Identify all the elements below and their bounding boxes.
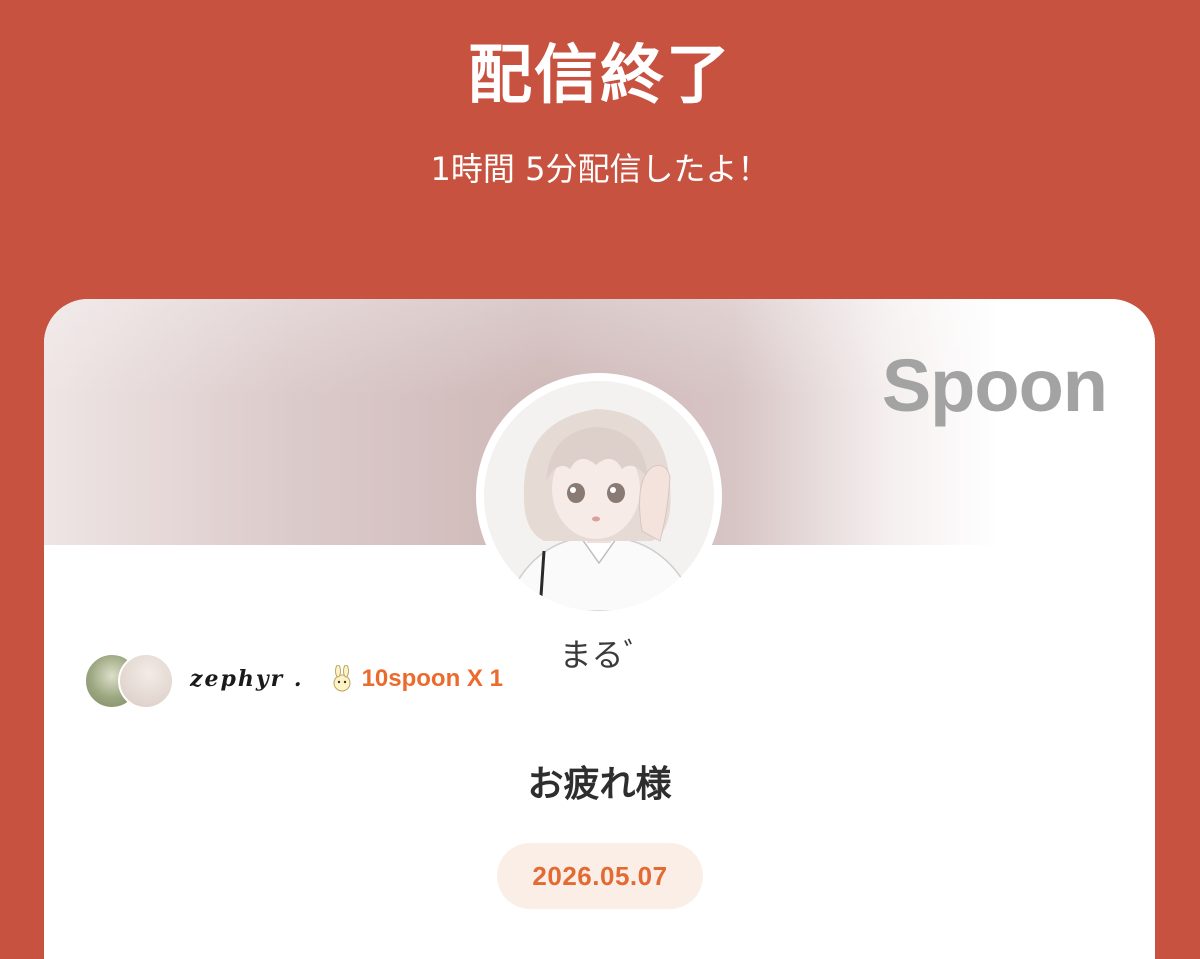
listener-name[interactable]: zephyr . — [190, 666, 304, 692]
spoon-gift-icon — [330, 664, 354, 693]
gift-count: 10spoon X 1 — [361, 665, 503, 692]
top-listener-row[interactable]: zephyr . 10spoon X 1 — [84, 651, 503, 709]
summary-card: Spoon まるﾞ zephyr . 10spoon X 1 お疲れ様 2026… — [44, 299, 1155, 959]
listener-avatars — [84, 651, 174, 709]
date-badge: 2026.05.07 — [497, 843, 703, 909]
host-mini-avatar — [118, 653, 174, 709]
host-avatar[interactable] — [476, 373, 722, 619]
spoon-logo: Spoon — [881, 344, 1108, 427]
broadcast-message: お疲れ様 — [527, 764, 672, 805]
host-avatar-illustration — [484, 381, 714, 611]
broadcast-duration: 1時間 5分配信したよ！ — [430, 150, 770, 188]
page-title: 配信終了 — [468, 39, 732, 113]
